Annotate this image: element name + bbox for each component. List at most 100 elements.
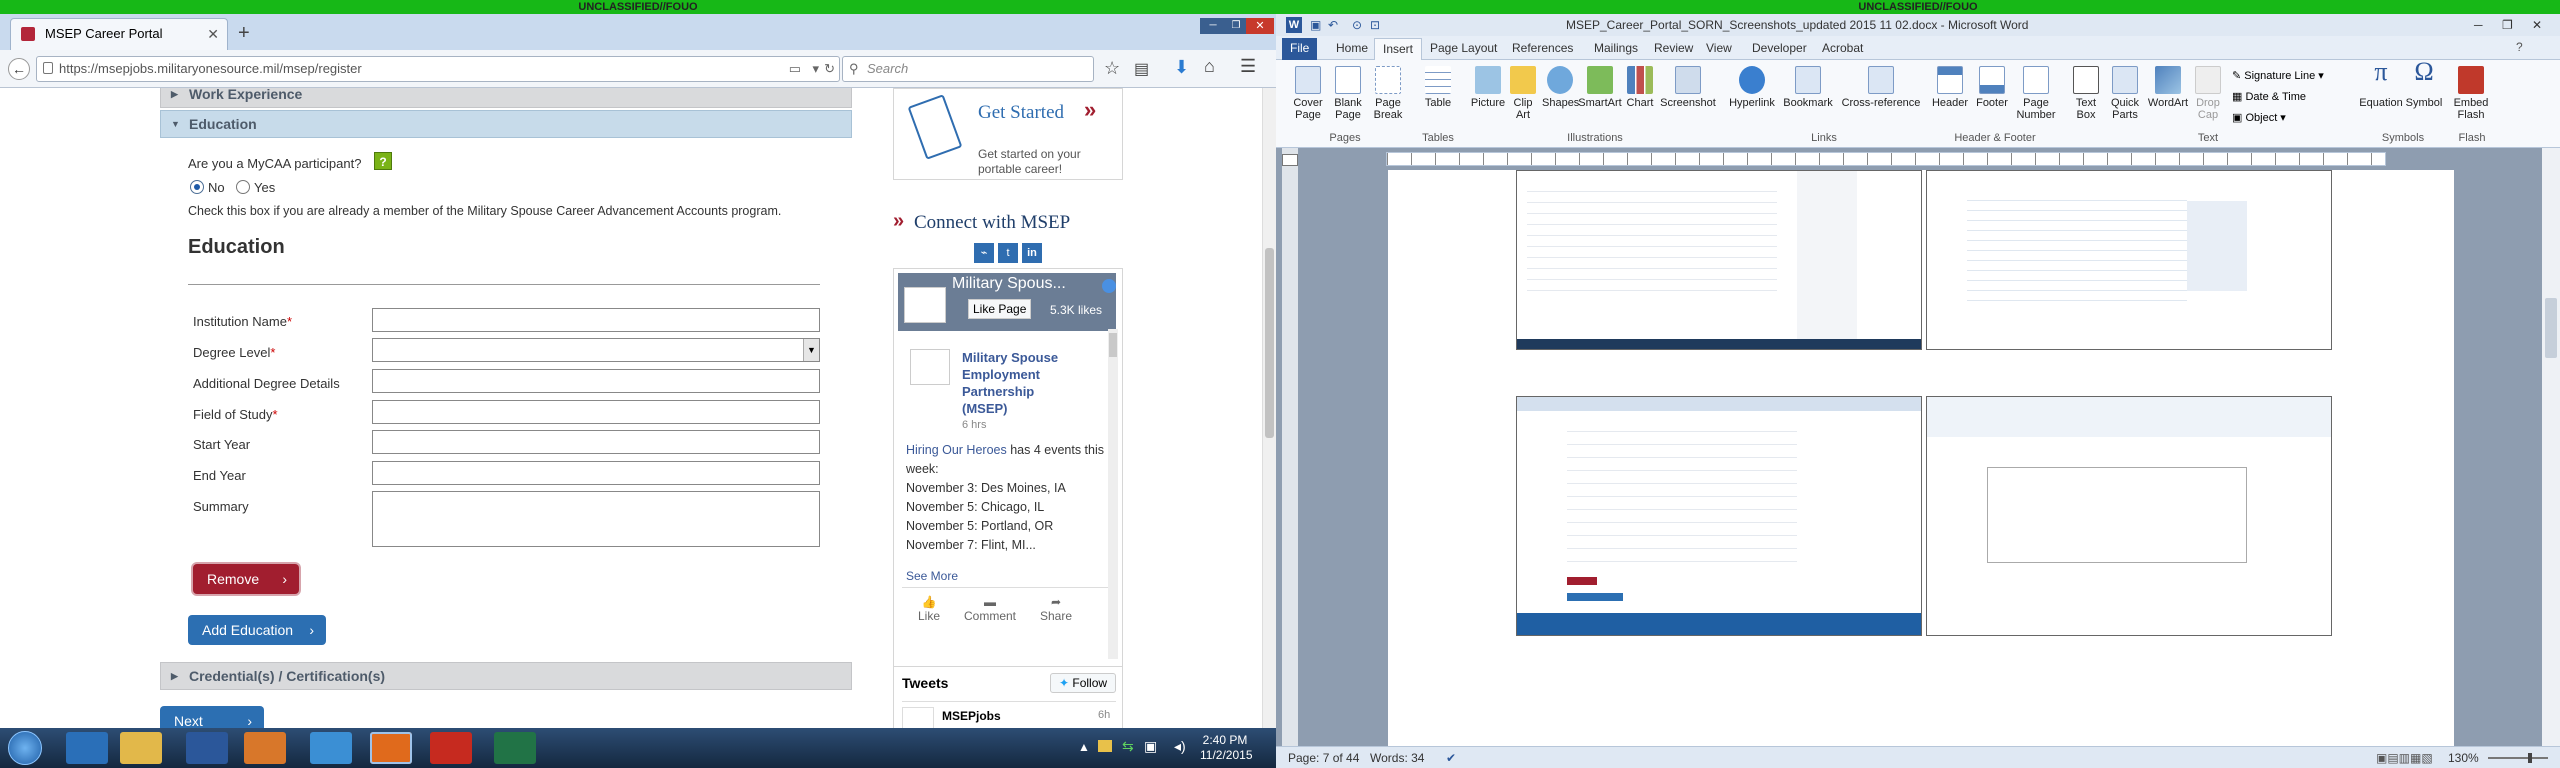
additional-input[interactable] <box>372 369 820 393</box>
radio-yes[interactable] <box>236 180 250 194</box>
tab-page-layout[interactable]: Page Layout <box>1422 38 1505 60</box>
field-input[interactable] <box>372 400 820 424</box>
text-box-button[interactable]: Text Box <box>2068 66 2104 121</box>
tray-arrow-icon[interactable]: ▲ <box>1078 740 1090 754</box>
view-buttons-icon[interactable]: ▣▤▥▦▧ <box>2376 747 2433 768</box>
post-link[interactable]: Hiring Our Heroes <box>906 443 1007 457</box>
add-education-button[interactable]: Add Education › <box>188 615 326 645</box>
fb-like-action[interactable]: 👍 Like <box>918 595 940 623</box>
dropdown-arrow-icon[interactable]: ▾ <box>812 57 819 81</box>
bookmark-button[interactable]: Bookmark <box>1780 66 1836 109</box>
accordion-education[interactable]: ▼ Education <box>160 110 852 138</box>
page-number-button[interactable]: Page Number <box>2014 66 2058 121</box>
tray-clock[interactable]: 2:40 PM 11/2/2015 <box>1200 733 1253 763</box>
tab-acrobat[interactable]: Acrobat <box>1814 38 1871 60</box>
fb-like-page-button[interactable]: Like Page <box>968 299 1032 319</box>
get-started-box[interactable]: Get Started » Get started on your portab… <box>893 88 1123 180</box>
degree-select[interactable]: ▼ <box>372 338 820 362</box>
quick-parts-button[interactable]: Quick Parts <box>2106 66 2144 121</box>
tab-references[interactable]: References <box>1504 38 1581 60</box>
page-count[interactable]: Page: 7 of 44 <box>1288 747 1359 768</box>
tweet-author[interactable]: MSEPjobs <box>942 709 1001 723</box>
start-year-input[interactable] <box>372 430 820 454</box>
rss-icon[interactable]: ⌁ <box>974 243 994 263</box>
menu-icon[interactable]: ☰ <box>1240 56 1256 77</box>
table-button[interactable]: Table <box>1420 66 1456 109</box>
tab-insert[interactable]: Insert <box>1374 38 1423 60</box>
excel-icon[interactable] <box>494 732 536 764</box>
page-scrollbar[interactable] <box>1262 88 1276 728</box>
tab-selector-icon[interactable] <box>1282 154 1298 166</box>
bookmarks-icon[interactable]: ▤ <box>1134 59 1149 79</box>
word-count[interactable]: Words: 34 <box>1370 747 1424 768</box>
proofing-icon[interactable]: ✔ <box>1446 747 1456 768</box>
minimize-icon[interactable]: ─ <box>2474 14 2483 36</box>
internet-explorer-icon[interactable] <box>66 732 108 764</box>
linkedin-icon[interactable]: in <box>1022 243 1042 263</box>
bookmark-star-icon[interactable]: ☆ <box>1104 58 1120 79</box>
tab-file[interactable]: File <box>1282 38 1318 60</box>
close-window-icon[interactable]: ✕ <box>2532 14 2542 36</box>
firefox-taskbar-icon[interactable] <box>370 732 412 764</box>
fb-share-action[interactable]: ➦ Share <box>1040 595 1072 623</box>
url-bar[interactable]: https://msepjobs.militaryonesource.mil/m… <box>36 56 840 82</box>
drop-cap-button[interactable]: Drop Cap <box>2192 66 2224 121</box>
download-icon[interactable]: ⬇ <box>1174 57 1189 78</box>
twitter-icon[interactable]: t <box>998 243 1018 263</box>
new-tab-button[interactable]: + <box>238 22 250 45</box>
tray-sync-icon[interactable]: ⇆ <box>1122 738 1134 755</box>
object-button[interactable]: ▣ Object ▾ <box>2232 108 2324 129</box>
signature-line-button[interactable]: ✎ Signature Line ▾ <box>2232 66 2324 87</box>
close-tab-icon[interactable]: ✕ <box>207 19 219 49</box>
cross-reference-button[interactable]: Cross-reference <box>1840 66 1922 109</box>
equation-button[interactable]: π Equation <box>2358 59 2404 110</box>
tray-network-icon[interactable]: ▣ <box>1144 738 1157 755</box>
end-year-input[interactable] <box>372 461 820 485</box>
tray-volume-icon[interactable]: ◂) <box>1174 738 1186 755</box>
tab-view[interactable]: View <box>1698 38 1740 60</box>
cover-page-button[interactable]: Cover Page <box>1290 66 1326 121</box>
wordart-button[interactable]: WordArt <box>2146 66 2190 109</box>
see-more-link[interactable]: See More <box>906 569 958 583</box>
home-icon[interactable]: ⌂ <box>1204 56 1215 77</box>
reload-icon[interactable]: ↻ <box>824 57 835 81</box>
chart-button[interactable]: Chart <box>1624 66 1656 109</box>
tab-developer[interactable]: Developer <box>1744 38 1815 60</box>
header-button[interactable]: Header <box>1930 66 1970 109</box>
save-icon[interactable]: ▣ <box>1310 14 1321 36</box>
accordion-work-experience[interactable]: ▶ Work Experience <box>160 88 852 108</box>
tab-mailings[interactable]: Mailings <box>1586 38 1646 60</box>
scrollbar-thumb[interactable] <box>1265 248 1274 438</box>
maximize-icon[interactable]: ❐ <box>2502 14 2513 36</box>
back-icon[interactable]: ← <box>8 58 30 80</box>
lync-icon[interactable] <box>310 732 352 764</box>
scrollbar-thumb[interactable] <box>2545 298 2557 358</box>
clip-art-button[interactable]: Clip Art <box>1508 66 1538 121</box>
accordion-credentials[interactable]: ▶ Credential(s) / Certification(s) <box>160 662 852 690</box>
word-taskbar-icon[interactable] <box>186 732 228 764</box>
smartart-button[interactable]: SmartArt <box>1578 66 1622 109</box>
search-input[interactable]: ⚲ Search <box>842 56 1094 82</box>
next-button[interactable]: Next › <box>160 706 264 728</box>
shapes-button[interactable]: Shapes <box>1542 66 1579 109</box>
footer-button[interactable]: Footer <box>1972 66 2012 109</box>
post-author[interactable]: Military Spouse Employment Partnership (… <box>962 349 1082 417</box>
remove-button[interactable]: Remove › <box>193 564 299 594</box>
maximize-icon[interactable]: ❐ <box>1226 18 1246 34</box>
close-window-icon[interactable]: ✕ <box>1246 18 1274 34</box>
zoom-slider[interactable] <box>2488 753 2548 763</box>
redo-icon[interactable]: ⊙ <box>1352 14 1362 36</box>
fb-comment-action[interactable]: ▬ Comment <box>964 595 1016 623</box>
embed-flash-button[interactable]: Embed Flash <box>2452 66 2490 121</box>
tray-message-icon[interactable] <box>1098 740 1112 752</box>
follow-button[interactable]: ✦ Follow <box>1050 673 1116 693</box>
tab-home[interactable]: Home <box>1328 38 1376 60</box>
acrobat-icon[interactable] <box>430 732 472 764</box>
zoom-level[interactable]: 130% <box>2448 747 2479 768</box>
help-icon[interactable]: ? <box>2516 40 2523 54</box>
blank-page-button[interactable]: Blank Page <box>1330 66 1366 121</box>
picture-button[interactable]: Picture <box>1470 66 1506 109</box>
page-break-button[interactable]: Page Break <box>1370 66 1406 121</box>
minimize-icon[interactable]: ─ <box>1200 18 1226 34</box>
hyperlink-button[interactable]: Hyperlink <box>1726 66 1778 109</box>
